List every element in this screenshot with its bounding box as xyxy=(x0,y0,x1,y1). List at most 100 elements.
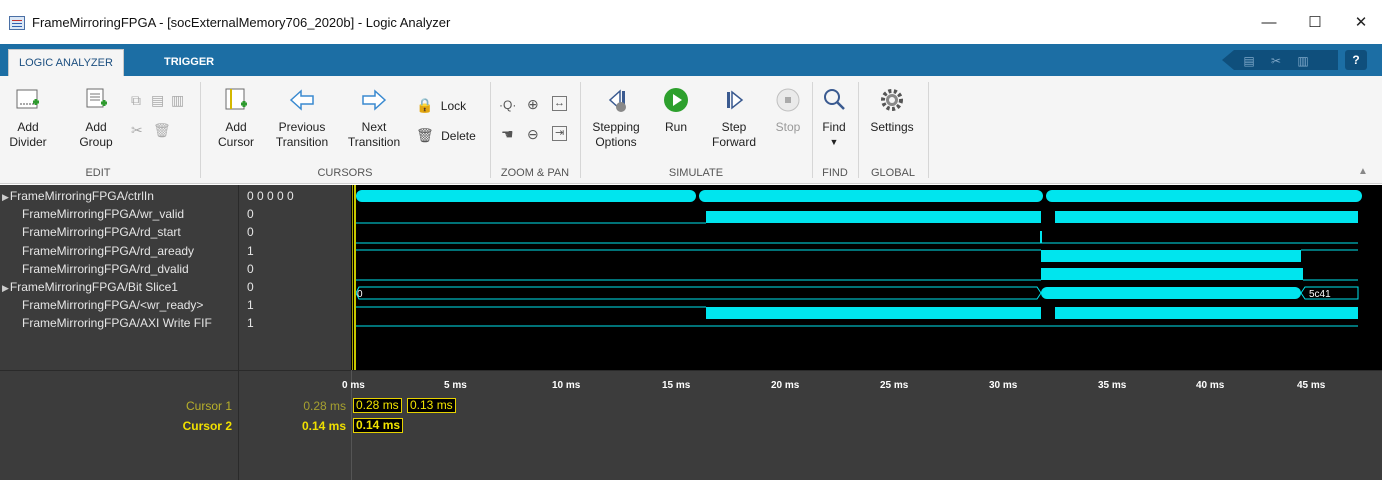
signal-row-rd-dvalid[interactable]: FrameMirroringFPGA/rd_dvalid xyxy=(22,261,248,278)
signal-value: 1 xyxy=(247,244,254,258)
ribbon-separator xyxy=(812,82,813,178)
signal-row-axi-write-fifo[interactable]: FrameMirroringFPGA/AXI Write FIF xyxy=(22,315,236,332)
signal-row-ctrlin[interactable]: ▶FrameMirroringFPGA/ctrlIn xyxy=(2,188,228,205)
ribbon: Add Divider Add Group ⧉ ▤ ▥ ✂ 🗑 EDIT Add… xyxy=(0,76,1382,184)
wave-ctrlin-seg xyxy=(1046,190,1362,202)
tab-logic-analyzer[interactable]: LOGIC ANALYZER xyxy=(8,49,124,76)
zoom-in-icon[interactable]: ⊕ xyxy=(527,96,539,113)
fit-to-view-icon[interactable]: ↔ xyxy=(552,96,567,111)
zoom-out-icon[interactable]: ⊖ xyxy=(527,126,539,143)
cut-small-icon[interactable]: ✂ xyxy=(131,122,143,139)
waveform-canvas: 0 5c41 xyxy=(352,185,1362,370)
ribbon-separator xyxy=(928,82,929,178)
wave-rd-start-pulse xyxy=(1040,231,1042,243)
ribbon-separator xyxy=(490,82,491,178)
pan-icon[interactable]: ☚ xyxy=(501,126,514,143)
signal-value: 0 xyxy=(247,280,254,294)
ribbon-separator xyxy=(858,82,859,178)
copy-icon[interactable]: ✂ xyxy=(1265,52,1287,70)
waveform-area[interactable]: 0 5c41 xyxy=(351,185,1382,370)
signal-row-rd-start[interactable]: FrameMirroringFPGA/rd_start xyxy=(22,224,248,241)
wave-bit-slice-bus xyxy=(355,286,1042,300)
wave-rd-aready-seg xyxy=(1041,250,1301,262)
time-tick: 30 ms xyxy=(989,380,1018,391)
expand-arrow-icon[interactable]: ▶ xyxy=(2,192,9,202)
zoom-in-x-icon[interactable]: ·Q· xyxy=(499,98,516,112)
add-group-icon xyxy=(74,86,118,114)
cursor-2-label[interactable]: Cursor 2 xyxy=(110,419,232,433)
signal-row-wr-valid[interactable]: FrameMirroringFPGA/wr_valid xyxy=(22,206,248,223)
stepping-options-button[interactable]: Stepping Options xyxy=(586,86,646,150)
delete-button[interactable]: 🗑 Delete xyxy=(416,128,486,144)
cursor-1-line xyxy=(354,185,356,370)
signal-value: 0 xyxy=(247,207,254,221)
signal-name-pane: ▶FrameMirroringFPGA/ctrlIn FrameMirrorin… xyxy=(0,185,238,370)
add-divider-button[interactable]: Add Divider xyxy=(4,86,52,150)
step-forward-button[interactable]: Step Forward xyxy=(706,86,762,150)
cursor-1-label[interactable]: Cursor 1 xyxy=(110,399,232,413)
signal-value: 0 xyxy=(247,262,254,276)
stop-button[interactable]: Stop xyxy=(770,86,806,135)
cursor-delta-box: 0.13 ms xyxy=(407,398,456,413)
find-button[interactable]: Find ▼ xyxy=(816,86,852,150)
search-icon xyxy=(816,86,852,114)
ribbon-separator xyxy=(200,82,201,178)
wave-rd-dvalid-high xyxy=(1041,268,1303,280)
copy-small-icon[interactable]: ⧉ xyxy=(131,92,141,109)
cursor-2-time-box: 0.14 ms xyxy=(353,418,404,433)
signal-row-bit-slice1[interactable]: ▶FrameMirroringFPGA/Bit Slice1 xyxy=(2,279,228,296)
chevron-down-icon: ▼ xyxy=(829,137,839,147)
cursor-2-value: 0.14 ms xyxy=(301,419,346,433)
arrow-right-icon xyxy=(340,86,408,114)
add-divider-icon xyxy=(4,86,52,114)
add-cursor-icon xyxy=(214,86,258,114)
help-button[interactable]: ? xyxy=(1345,50,1367,70)
wave-wr-ready-seg xyxy=(706,307,1041,319)
step-forward-icon xyxy=(706,86,762,114)
quick-access-arrow xyxy=(1222,50,1234,70)
signal-value: 1 xyxy=(247,316,254,330)
add-group-button[interactable]: Add Group xyxy=(74,86,118,150)
trash-small-icon[interactable]: 🗑 xyxy=(153,122,171,139)
wave-wr-ready-seg xyxy=(1055,307,1358,319)
paste-icon[interactable]: ▥ xyxy=(1292,52,1314,70)
next-transition-button[interactable]: Next Transition xyxy=(340,86,408,150)
cut-icon[interactable]: ▤ xyxy=(1238,52,1260,70)
time-tick: 0 ms xyxy=(342,380,365,391)
run-button[interactable]: Run xyxy=(656,86,696,135)
signal-value: 0 0 0 0 0 xyxy=(247,189,294,203)
tab-trigger[interactable]: TRIGGER xyxy=(154,49,224,76)
trash-icon: 🗑 xyxy=(416,127,434,143)
minimize-button[interactable]: — xyxy=(1246,10,1292,36)
time-tick: 10 ms xyxy=(552,380,581,391)
paste-small-icon[interactable]: ▤ xyxy=(151,92,164,109)
app-icon xyxy=(9,16,25,30)
close-button[interactable]: ✕ xyxy=(1338,10,1382,36)
signal-row-rd-aready[interactable]: FrameMirroringFPGA/rd_aready xyxy=(22,243,248,260)
signal-row-wr-ready[interactable]: FrameMirroringFPGA/<wr_ready> xyxy=(22,297,248,314)
lock-button[interactable]: 🔒 Lock xyxy=(416,98,476,114)
zoom-to-cursor-icon[interactable]: ⇥ xyxy=(552,126,568,141)
group-label-find: FIND xyxy=(822,167,848,179)
wave-wr-valid-high xyxy=(1055,211,1358,223)
cursor-1-value: 0.28 ms xyxy=(303,399,346,413)
arrow-left-icon xyxy=(268,86,336,114)
time-tick: 5 ms xyxy=(444,380,467,391)
bit-slice-end-label: 5c41 xyxy=(1309,289,1331,300)
add-cursor-button[interactable]: Add Cursor xyxy=(214,86,258,150)
ribbon-separator xyxy=(580,82,581,178)
time-tick: 35 ms xyxy=(1098,380,1127,391)
duplicate-small-icon[interactable]: ▥ xyxy=(171,92,184,109)
expand-arrow-icon[interactable]: ▶ xyxy=(2,283,9,293)
maximize-button[interactable]: ☐ xyxy=(1292,10,1338,36)
cursor-1-time-box: 0.28 ms xyxy=(353,398,402,413)
settings-button[interactable]: Settings xyxy=(862,86,922,135)
toolstrip-tab-bar: LOGIC ANALYZER TRIGGER ▤ ✂ ▥ ? xyxy=(0,44,1382,76)
previous-transition-button[interactable]: Previous Transition xyxy=(268,86,336,150)
group-label-zoom-pan: ZOOM & PAN xyxy=(500,167,570,179)
signal-value: 0 xyxy=(247,225,254,239)
collapse-ribbon-icon[interactable]: ▲ xyxy=(1358,166,1368,177)
group-label-edit: EDIT xyxy=(85,167,111,179)
gear-icon xyxy=(862,86,922,114)
window-title: FrameMirroringFPGA - [socExternalMemory7… xyxy=(32,15,451,30)
